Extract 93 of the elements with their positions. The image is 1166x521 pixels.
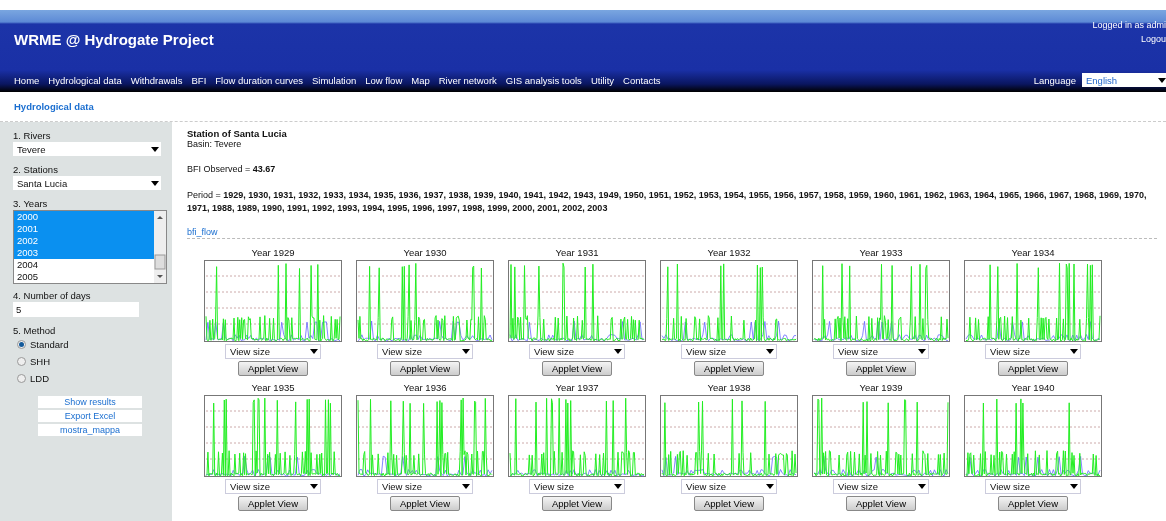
days-field[interactable]: 5 (13, 302, 139, 317)
stations-label: 2. Stations (13, 164, 59, 175)
applet-view-button[interactable]: Applet View (238, 496, 308, 511)
dropdown-caret-icon (614, 484, 622, 489)
view-size-select[interactable]: View size (833, 479, 929, 494)
dropdown-caret-icon (614, 349, 622, 354)
view-size-select[interactable]: View size (985, 479, 1081, 494)
bfi-text: BFI Observed = 43.67 (187, 164, 277, 174)
page-heading: Hydrological data (13, 100, 95, 114)
applet-view-button[interactable]: Applet View (542, 361, 612, 376)
radio-label: Standard (30, 339, 69, 350)
nav-link[interactable]: Contacts (623, 74, 661, 86)
action-button[interactable]: Show results (38, 396, 142, 408)
dropdown-caret-icon (151, 146, 159, 152)
station-select[interactable]: Santa Lucia (13, 176, 161, 190)
view-size-select[interactable]: View size (225, 344, 321, 359)
chart-title: Year 1930 (403, 247, 447, 258)
chart-title: Year 1938 (707, 382, 751, 393)
chart-title: Year 1931 (555, 247, 599, 258)
applet-view-button[interactable]: Applet View (846, 361, 916, 376)
nav-link[interactable]: Utility (590, 74, 615, 86)
applet-view-button[interactable]: Applet View (694, 496, 764, 511)
chart-title: Year 1933 (859, 247, 903, 258)
nav-link[interactable]: Flow duration curves (215, 74, 303, 86)
nav-link[interactable]: Map (411, 74, 430, 86)
view-size-select[interactable]: View size (225, 479, 321, 494)
dropdown-caret-icon (918, 349, 926, 354)
nav-link[interactable]: Low flow (365, 74, 403, 86)
view-size-select[interactable]: View size (681, 479, 777, 494)
river-select[interactable]: Tevere (13, 142, 161, 156)
chart-title: Year 1935 (251, 382, 295, 393)
year-option[interactable]: 2005 (14, 271, 154, 283)
station-title: Station of Santa Lucia (187, 128, 288, 139)
dropdown-caret-icon (1158, 77, 1166, 83)
view-size-select[interactable]: View size (681, 344, 777, 359)
dropdown-caret-icon (310, 349, 318, 354)
dropdown-caret-icon (462, 349, 470, 354)
year-option[interactable]: 2004 (14, 259, 154, 271)
days-label: 4. Number of days (13, 290, 92, 301)
site-title: WRME @ Hydrogate Project (14, 31, 214, 48)
radio-label: SHH (30, 356, 51, 367)
applet-view-button[interactable]: Applet View (238, 361, 308, 376)
rivers-label: 1. Rivers (13, 130, 52, 141)
nav-link[interactable]: GIS analysis tools (505, 74, 582, 86)
chart-title: Year 1936 (403, 382, 447, 393)
applet-view-button[interactable]: Applet View (390, 361, 460, 376)
nav-link[interactable]: Withdrawals (130, 74, 183, 86)
years-label: 3. Years (13, 198, 49, 209)
logout-link[interactable]: Logou (1140, 34, 1166, 44)
view-size-select[interactable]: View size (529, 479, 625, 494)
dropdown-caret-icon (310, 484, 318, 489)
applet-view-button[interactable]: Applet View (542, 496, 612, 511)
chart-title: Year 1934 (1011, 247, 1055, 258)
applet-view-button[interactable]: Applet View (998, 496, 1068, 511)
nav-link[interactable]: BFI (191, 74, 207, 86)
nav-link[interactable]: Home (14, 74, 40, 86)
dropdown-caret-icon (151, 180, 159, 186)
bfi-flow-link[interactable]: bfi_flow (187, 227, 218, 237)
period-text: Period = 1929, 1930, 1931, 1932, 1933, 1934, 1935, 1936, 1937, 1938, 1939, 1940, 1941, 1942, 1943, 1949, 1950, 1951, 1952, 1953, 1954, 1955, 1956, 1957, 1958, 1959, 1960, 1961, 1962, 1963, 1964, 1965, 1966, 1967, 1968, 1969, 1970, 1971, 1988, 1989, 1990, 1991, 1992, 1993, 1994, 1995, 1996, 1997, 1998, 1999, 2000, 2001, 2002, 2003 (187, 189, 1147, 215)
dropdown-caret-icon (766, 484, 774, 489)
radio-button[interactable] (17, 357, 26, 366)
chart-title: Year 1937 (555, 382, 599, 393)
language-label: Language (1033, 74, 1076, 86)
chart-title: Year 1932 (707, 247, 751, 258)
applet-view-button[interactable]: Applet View (694, 361, 764, 376)
basin-text: Basin: Tevere (187, 139, 243, 149)
radio-button[interactable] (17, 374, 26, 383)
applet-view-button[interactable]: Applet View (846, 496, 916, 511)
nav-link[interactable]: Simulation (311, 74, 357, 86)
view-size-select[interactable]: View size (529, 344, 625, 359)
view-size-select[interactable]: View size (833, 344, 929, 359)
applet-view-button[interactable]: Applet View (390, 496, 460, 511)
dropdown-caret-icon (1070, 484, 1078, 489)
dropdown-caret-icon (1070, 349, 1078, 354)
dropdown-caret-icon (462, 484, 470, 489)
chart-title: Year 1939 (859, 382, 903, 393)
chart-title: Year 1940 (1011, 382, 1055, 393)
applet-view-button[interactable]: Applet View (998, 361, 1068, 376)
chart-title: Year 1929 (251, 247, 295, 258)
radio-button[interactable] (17, 340, 26, 349)
method-label: 5. Method (13, 325, 57, 336)
radio-label: LDD (30, 373, 49, 384)
view-size-select[interactable]: View size (377, 344, 473, 359)
action-button[interactable]: mostra_mappa (38, 424, 142, 436)
nav-link[interactable]: River network (438, 74, 497, 86)
language-select[interactable]: English (1082, 73, 1166, 87)
login-status: Logged in as admi (1092, 20, 1166, 30)
dropdown-caret-icon (766, 349, 774, 354)
action-button[interactable]: Export Excel (38, 410, 142, 422)
view-size-select[interactable]: View size (985, 344, 1081, 359)
dropdown-caret-icon (918, 484, 926, 489)
nav-link[interactable]: Hydrological data (48, 74, 122, 86)
view-size-select[interactable]: View size (377, 479, 473, 494)
